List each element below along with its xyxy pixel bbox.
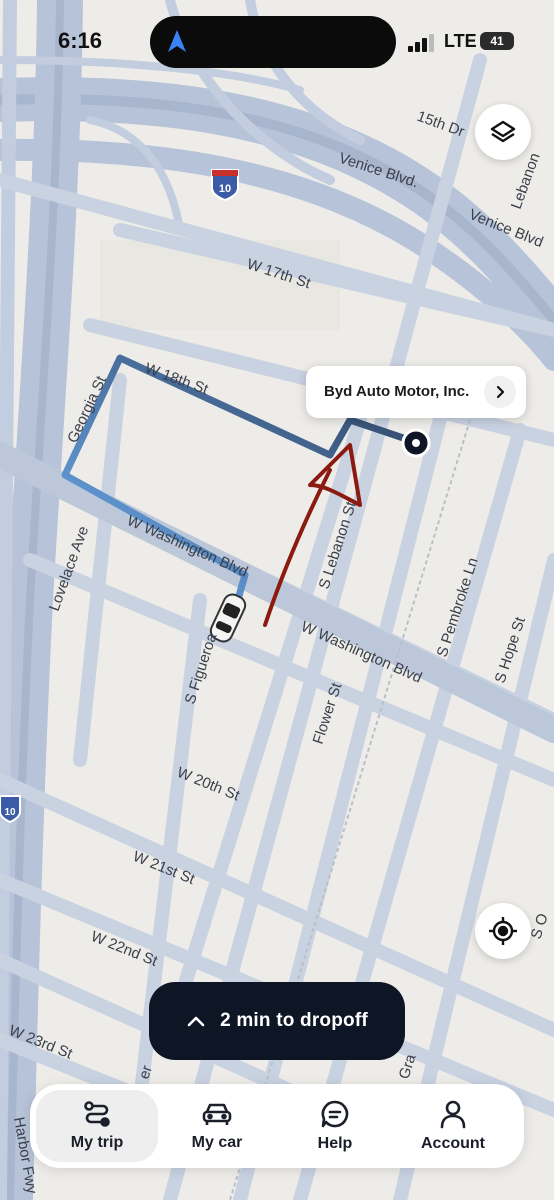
svg-text:10: 10	[219, 183, 231, 195]
tab-label: Account	[421, 1135, 485, 1152]
bottom-tab-bar: My trip My car Help Account	[30, 1084, 524, 1168]
svg-text:10: 10	[4, 807, 16, 818]
dropoff-eta-text: 2 min to dropoff	[220, 1010, 368, 1031]
signal-icon	[408, 34, 434, 52]
person-icon	[440, 1100, 466, 1129]
tab-help[interactable]: Help	[274, 1090, 396, 1162]
chevron-up-icon	[187, 1016, 205, 1027]
tab-label: My trip	[70, 1134, 124, 1151]
tab-label: My car	[191, 1134, 243, 1151]
route-icon	[84, 1101, 110, 1127]
tab-label: Help	[317, 1135, 353, 1152]
battery-icon: 41	[480, 32, 514, 50]
layers-button[interactable]	[475, 104, 531, 160]
network-type: LTE	[444, 31, 477, 51]
freeway-shield-icon: 10	[0, 795, 21, 824]
chevron-right-icon	[496, 385, 505, 399]
status-bar: 6:16 LTE 41	[0, 0, 554, 80]
dynamic-island	[150, 16, 396, 68]
layers-icon	[490, 120, 516, 143]
dropoff-eta-button[interactable]: 2 min to dropoff	[149, 982, 405, 1060]
destination-popup[interactable]: Byd Auto Motor, Inc.	[306, 366, 526, 418]
destination-details-button[interactable]	[484, 376, 516, 408]
navigation-arrow-icon	[168, 30, 186, 52]
tab-my-car[interactable]: My car	[156, 1090, 278, 1162]
recenter-button[interactable]	[475, 903, 531, 959]
freeway-shield-icon: 10	[211, 169, 239, 202]
crosshair-icon	[489, 917, 517, 945]
tab-account[interactable]: Account	[392, 1090, 514, 1162]
chat-help-icon	[321, 1100, 349, 1128]
tab-my-trip[interactable]: My trip	[36, 1090, 158, 1162]
car-icon	[202, 1103, 232, 1125]
status-time: 6:16	[58, 28, 103, 53]
destination-name: Byd Auto Motor, Inc.	[324, 383, 470, 400]
